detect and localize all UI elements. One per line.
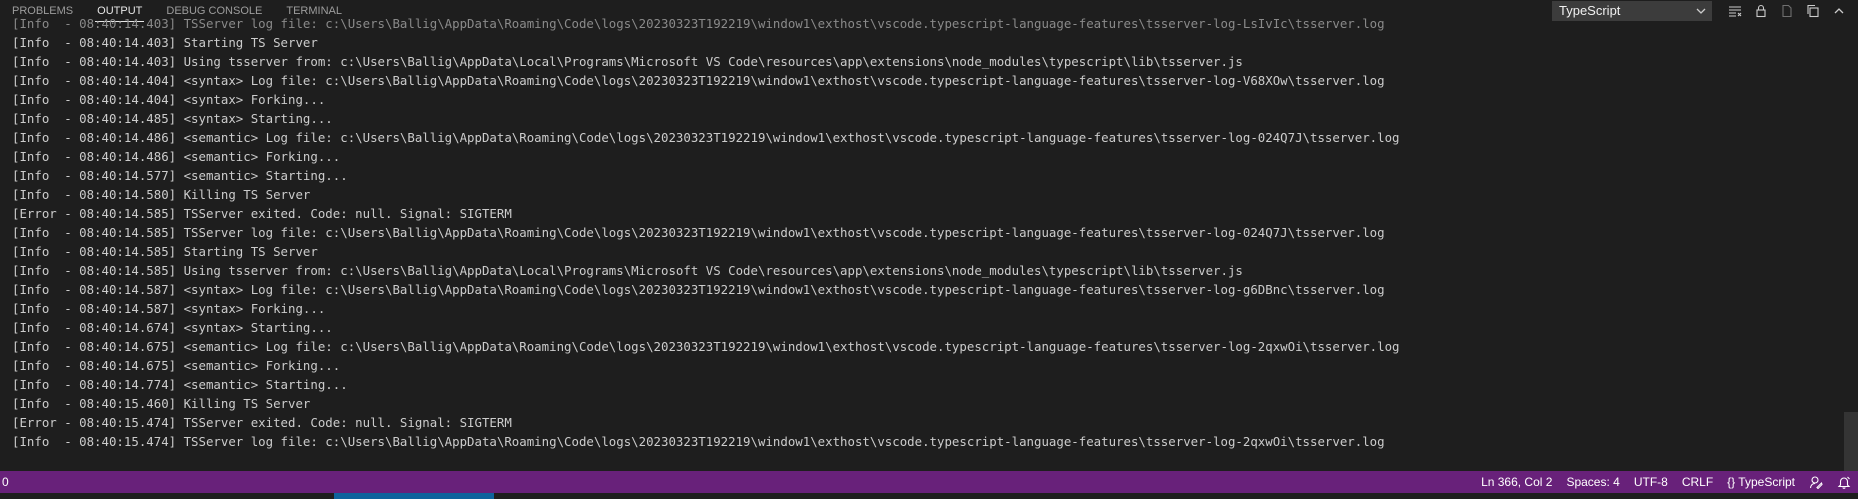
output-line: [Info - 08:40:14.587] <syntax> Forking..… xyxy=(12,301,326,316)
status-bar: 0 Ln 366, Col 2 Spaces: 4 UTF-8 CRLF {} … xyxy=(0,471,1858,493)
output-line: [Info - 08:40:15.460] Killing TS Server xyxy=(12,396,311,411)
output-line: [Info - 08:40:15.474] TSServer log file:… xyxy=(12,434,1385,449)
bell-icon xyxy=(1837,476,1851,489)
output-line: [Info - 08:40:14.403] Starting TS Server xyxy=(12,35,318,50)
taskbar-strip xyxy=(0,493,1858,499)
feedback-icon xyxy=(1809,476,1823,489)
output-line: [Info - 08:40:14.577] <semantic> Startin… xyxy=(12,168,348,183)
output-line: [Info - 08:40:14.404] <syntax> Log file:… xyxy=(12,73,1385,88)
output-line: [Info - 08:40:14.404] <syntax> Forking..… xyxy=(12,92,326,107)
output-line: [Info - 08:40:14.580] Killing TS Server xyxy=(12,187,311,202)
output-line: [Info - 08:40:14.774] <semantic> Startin… xyxy=(12,377,348,392)
status-bar-right: Ln 366, Col 2 Spaces: 4 UTF-8 CRLF {} Ty… xyxy=(1474,471,1858,493)
feedback-button[interactable] xyxy=(1802,475,1830,489)
output-line: [Info - 08:40:14.403] Using tsserver fro… xyxy=(12,54,1243,69)
output-line: [Info - 08:40:14.675] <semantic> Forking… xyxy=(12,358,341,373)
cursor-position[interactable]: Ln 366, Col 2 xyxy=(1474,471,1559,493)
output-line: [Error - 08:40:15.474] TSServer exited. … xyxy=(12,415,512,430)
encoding[interactable]: UTF-8 xyxy=(1627,471,1675,493)
output-line: [Info - 08:40:14.485] <syntax> Starting.… xyxy=(12,111,333,126)
output-line: [Info - 08:40:14.587] <syntax> Log file:… xyxy=(12,282,1385,297)
status-problems-count[interactable]: 0 xyxy=(0,471,9,493)
language-mode[interactable]: {} TypeScript xyxy=(1720,471,1802,493)
end-of-line[interactable]: CRLF xyxy=(1675,471,1720,493)
output-log[interactable]: [Info - 08:40:14.403] TSServer log file:… xyxy=(0,14,1850,471)
output-line: [Info - 08:40:14.585] TSServer log file:… xyxy=(12,225,1385,240)
output-line: [Info - 08:40:14.585] Using tsserver fro… xyxy=(12,263,1243,278)
output-line: [Info - 08:40:14.486] <semantic> Log fil… xyxy=(12,130,1400,145)
taskbar-active-indicator xyxy=(334,493,494,499)
close-panel-button[interactable] xyxy=(1852,0,1858,22)
output-line: [Info - 08:40:14.486] <semantic> Forking… xyxy=(12,149,341,164)
output-line: [Info - 08:40:14.674] <syntax> Starting.… xyxy=(12,320,333,335)
output-line: [Info - 08:40:14.585] Starting TS Server xyxy=(12,244,318,259)
output-line: [Info - 08:40:14.675] <semantic> Log fil… xyxy=(12,339,1400,354)
notifications-button[interactable] xyxy=(1830,475,1858,489)
output-line: [Error - 08:40:14.585] TSServer exited. … xyxy=(12,206,512,221)
indentation[interactable]: Spaces: 4 xyxy=(1559,471,1626,493)
output-line: [Info - 08:40:14.403] TSServer log file:… xyxy=(12,16,1385,31)
output-scrollbar[interactable] xyxy=(1844,22,1858,484)
